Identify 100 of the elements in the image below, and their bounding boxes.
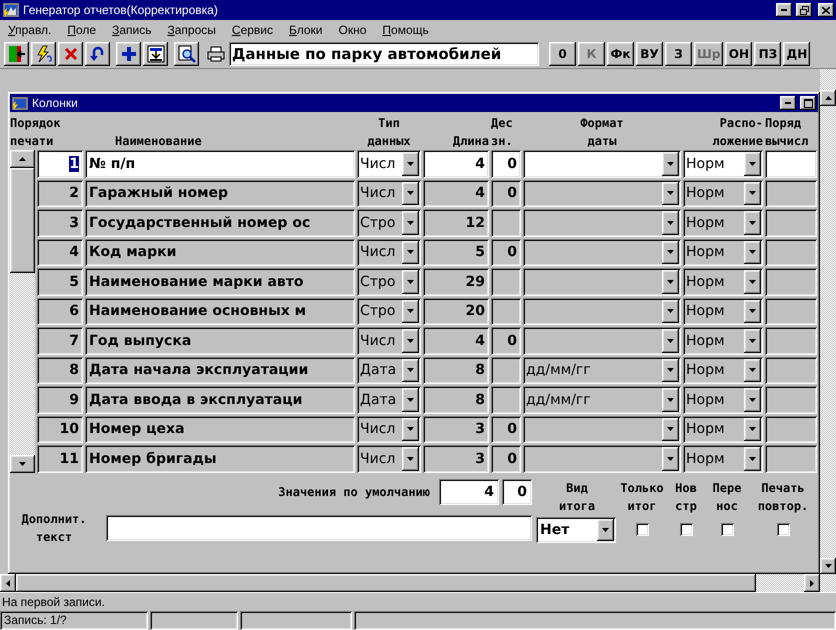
date-format-dropdown[interactable] — [523, 327, 681, 354]
menu-item[interactable]: Сервис — [230, 23, 275, 37]
restore-button[interactable] — [796, 3, 812, 17]
length-field[interactable]: 20 — [423, 298, 489, 325]
calc-order-field[interactable] — [765, 416, 817, 443]
extra-text-field[interactable] — [106, 514, 532, 540]
order-field[interactable]: 2 — [37, 180, 83, 207]
toolbar-button[interactable] — [31, 42, 56, 66]
date-format-dropdown[interactable] — [523, 209, 681, 236]
length-field[interactable]: 4 — [423, 180, 489, 207]
order-field[interactable]: 11 — [37, 445, 83, 472]
placement-dropdown[interactable]: Норм — [683, 150, 763, 178]
menu-item[interactable]: Окно — [336, 23, 368, 37]
close-button[interactable] — [818, 3, 834, 17]
order-field[interactable]: 4 — [37, 238, 83, 266]
order-field[interactable]: 7 — [37, 327, 83, 354]
order-field[interactable]: 9 — [37, 386, 83, 414]
calc-order-field[interactable] — [765, 180, 817, 207]
length-field[interactable]: 12 — [423, 209, 489, 236]
length-field[interactable]: 3 — [423, 445, 489, 472]
menu-item[interactable]: Поле — [65, 23, 98, 37]
calc-order-field[interactable] — [765, 298, 817, 325]
date-format-dropdown[interactable] — [523, 238, 681, 266]
calc-order-field[interactable] — [765, 445, 817, 472]
length-field[interactable]: 4 — [423, 327, 489, 354]
date-format-dropdown[interactable]: дд/мм/гг — [523, 386, 681, 414]
date-format-dropdown[interactable] — [523, 268, 681, 296]
name-field[interactable]: Год выпуска — [85, 327, 355, 354]
type-dropdown[interactable]: Дата — [357, 356, 421, 384]
menu-item[interactable]: Запросы — [165, 23, 218, 37]
placement-dropdown[interactable]: Норм — [683, 356, 763, 384]
checkbox[interactable] — [636, 523, 648, 536]
maximize-button[interactable] — [800, 96, 816, 110]
length-field[interactable]: 5 — [423, 238, 489, 266]
menu-item[interactable]: Помощь — [380, 23, 431, 37]
toolbar-button[interactable] — [85, 42, 110, 66]
name-field[interactable]: Государственный номер ос — [85, 209, 355, 236]
calc-order-field[interactable] — [765, 386, 817, 414]
name-field[interactable]: Номер цеха — [85, 416, 355, 443]
menu-item[interactable]: Запись — [110, 23, 154, 37]
default-length-field[interactable]: 4 — [439, 478, 499, 504]
type-dropdown[interactable]: Числ — [357, 238, 421, 266]
type-dropdown[interactable]: Числ — [357, 327, 421, 354]
order-field[interactable]: 6 — [37, 298, 83, 325]
toolbar-button[interactable]: Фк — [607, 42, 634, 66]
checkbox[interactable] — [720, 523, 734, 536]
toolbar-button[interactable] — [174, 42, 199, 66]
scroll-up-button[interactable] — [820, 90, 836, 106]
placement-dropdown[interactable]: Норм — [683, 445, 763, 472]
placement-dropdown[interactable]: Норм — [683, 268, 763, 296]
order-field[interactable]: 8 — [37, 356, 83, 384]
decimals-field[interactable] — [491, 356, 521, 384]
order-field[interactable]: 3 — [37, 209, 83, 236]
minimize-button[interactable] — [780, 96, 796, 110]
calc-order-field[interactable] — [765, 238, 817, 266]
decimals-field[interactable]: 0 — [491, 180, 521, 207]
date-format-dropdown[interactable] — [523, 298, 681, 325]
calc-order-field[interactable] — [765, 327, 817, 354]
toolbar-button[interactable]: ПЗ — [754, 42, 782, 66]
menu-item[interactable]: Управл. — [6, 23, 54, 37]
date-format-dropdown[interactable]: дд/мм/гг — [523, 356, 681, 384]
placement-dropdown[interactable]: Норм — [683, 209, 763, 236]
toolbar-button[interactable]: ДН — [783, 42, 810, 66]
printer-icon[interactable] — [207, 46, 225, 62]
placement-dropdown[interactable]: Норм — [683, 180, 763, 207]
scrollbar[interactable] — [10, 150, 35, 472]
decimals-field[interactable]: 0 — [491, 238, 521, 266]
date-format-dropdown[interactable] — [523, 180, 681, 207]
toolbar-button[interactable]: З — [665, 42, 692, 66]
length-field[interactable]: 4 — [423, 150, 489, 178]
date-format-dropdown[interactable] — [523, 445, 681, 472]
placement-dropdown[interactable]: Норм — [683, 238, 763, 266]
type-dropdown[interactable]: Числ — [357, 416, 421, 443]
minimize-button[interactable] — [776, 3, 792, 17]
toolbar-button[interactable] — [4, 42, 29, 66]
decimals-field[interactable]: 0 — [491, 327, 521, 354]
order-field[interactable]: 10 — [37, 416, 83, 443]
type-dropdown[interactable]: Числ — [357, 150, 421, 178]
decimals-field[interactable] — [491, 298, 521, 325]
total-type-dropdown[interactable]: Нет — [536, 516, 616, 542]
calc-order-field[interactable] — [765, 356, 817, 384]
name-field[interactable]: Код марки — [85, 238, 355, 266]
decimals-field[interactable] — [491, 386, 521, 414]
menu-item[interactable]: Блоки — [287, 23, 325, 37]
scroll-up-button[interactable] — [10, 150, 35, 168]
decimals-field[interactable] — [491, 268, 521, 296]
placement-dropdown[interactable]: Норм — [683, 416, 763, 443]
calc-order-field[interactable] — [765, 150, 817, 178]
type-dropdown[interactable]: Стро — [357, 209, 421, 236]
decimals-field[interactable]: 0 — [491, 150, 521, 178]
date-format-dropdown[interactable] — [523, 150, 681, 178]
length-field[interactable]: 8 — [423, 356, 489, 384]
type-dropdown[interactable]: Дата — [357, 386, 421, 414]
scroll-right-button[interactable] — [804, 574, 820, 592]
name-field[interactable]: Наименование марки авто — [85, 268, 355, 296]
scroll-down-button[interactable] — [10, 454, 35, 472]
order-field[interactable]: 1 — [37, 150, 83, 178]
name-field[interactable]: Наименование основных м — [85, 298, 355, 325]
placement-dropdown[interactable]: Норм — [683, 327, 763, 354]
toolbar-button[interactable] — [58, 42, 83, 66]
